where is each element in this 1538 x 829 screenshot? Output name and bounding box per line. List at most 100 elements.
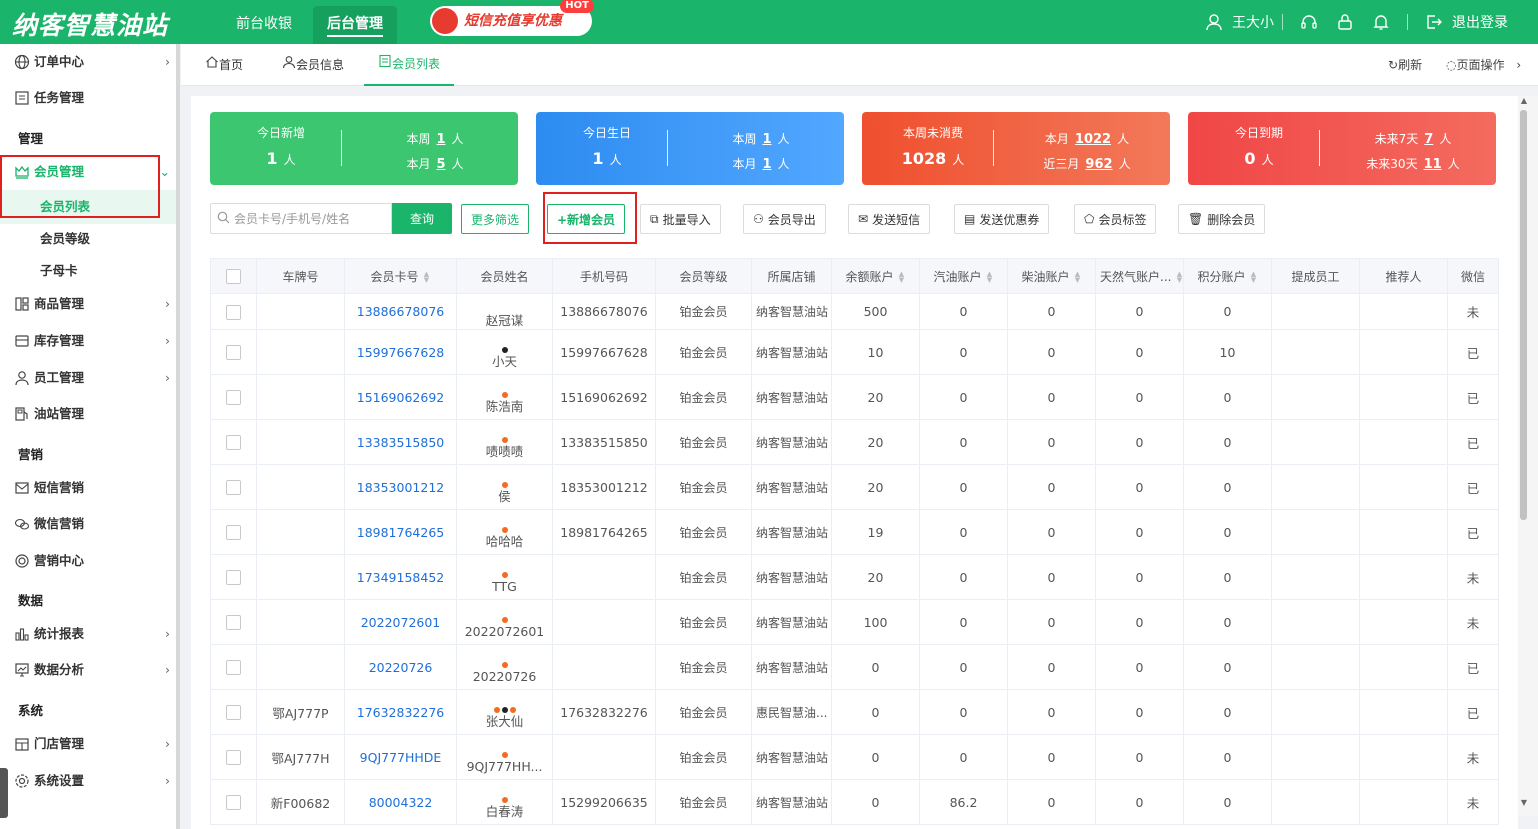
page-ops-button[interactable]: ◌页面操作 › xyxy=(1446,44,1521,86)
cell-card[interactable]: 15169062692 xyxy=(344,374,457,420)
row-select-cell[interactable] xyxy=(210,734,257,780)
stat-r2-value[interactable]: 1 xyxy=(762,157,771,172)
table-row[interactable]: 2022072601 2022072601 铂金会员 纳客智慧油站 100 0 0 0 0 未 xyxy=(210,599,1499,645)
cell-card[interactable]: 15997667628 xyxy=(344,329,457,375)
send-sms-button[interactable]: ✉ 发送短信 xyxy=(848,204,931,234)
sidebar-item-store[interactable]: 门店管理 › xyxy=(0,726,176,762)
table-row[interactable]: 15169062692 陈浩南 15169062692 铂金会员 纳客智慧油站 20 0 0 0… xyxy=(210,374,1499,420)
refresh-button[interactable]: ↻刷新 xyxy=(1388,44,1422,86)
row-checkbox[interactable] xyxy=(226,525,241,540)
col-header-sortable[interactable]: 余额账户 ▲ ▼ xyxy=(831,258,920,294)
search-input[interactable] xyxy=(234,211,384,226)
col-header-sortable[interactable]: 会员卡号 ▲ ▼ xyxy=(344,258,457,294)
sidebar-item-member-level[interactable]: 会员等级 xyxy=(0,222,176,256)
cell-card[interactable]: 18981764265 xyxy=(344,509,457,555)
row-checkbox[interactable] xyxy=(226,615,241,630)
row-select-cell[interactable] xyxy=(210,644,257,690)
table-row[interactable]: 13383515850 啧啧啧 13383515850 铂金会员 纳客智慧油站 20 0 0 0… xyxy=(210,419,1499,465)
row-select-cell[interactable] xyxy=(210,599,257,645)
row-select-cell[interactable] xyxy=(210,329,257,375)
sidebar-item-analysis[interactable]: 数据分析 › xyxy=(0,652,176,688)
cell-card[interactable]: 80004322 xyxy=(344,779,457,825)
scroll-thumb[interactable] xyxy=(1520,110,1527,520)
table-row[interactable]: 15997667628 小天 15997667628 铂金会员 纳客智慧油站 10 0 0 0 1… xyxy=(210,329,1499,375)
row-select-cell[interactable] xyxy=(210,464,257,510)
cell-card[interactable]: 18353001212 xyxy=(344,464,457,510)
member-tag-button[interactable]: ⬠ 会员标签 xyxy=(1074,204,1157,234)
crumb-home[interactable]: 首页 xyxy=(205,44,243,86)
row-select-cell[interactable] xyxy=(210,374,257,420)
sidebar-item-report[interactable]: 统计报表 › xyxy=(0,616,176,652)
send-coupon-button[interactable]: ▤ 发送优惠券 xyxy=(954,204,1050,234)
logout-icon[interactable] xyxy=(1424,12,1444,32)
table-row[interactable]: 新F00682 80004322 白春涛 15299206635 铂金会员 纳客智慧油站 0… xyxy=(210,779,1499,825)
scroll-down-icon[interactable]: ▼ xyxy=(1519,798,1529,807)
sort-icon[interactable]: ▲ ▼ xyxy=(1074,271,1082,284)
scroll-up-icon[interactable]: ▲ xyxy=(1519,96,1529,105)
more-filter-button[interactable]: 更多筛选 xyxy=(461,204,530,234)
row-checkbox[interactable] xyxy=(226,390,241,405)
sidebar-item-settings[interactable]: 系统设置 › xyxy=(0,763,176,799)
stat-r2-value[interactable]: 11 xyxy=(1424,157,1442,172)
table-row[interactable]: 13886678076 赵冠谋 13886678076 铂金会员 纳客智慧油站 500 0 0… xyxy=(210,293,1499,330)
sidebar-item-sub-card[interactable]: 子母卡 xyxy=(0,254,176,288)
sort-icon[interactable]: ▲ ▼ xyxy=(1175,271,1182,284)
col-header-sortable[interactable]: 积分账户 ▲ ▼ xyxy=(1183,258,1272,294)
stat-r1-value[interactable]: 1 xyxy=(436,132,445,147)
table-row[interactable]: 18981764265 哈哈哈 18981764265 铂金会员 纳客智慧油站 19 0 0 0… xyxy=(210,509,1499,555)
sort-icon[interactable]: ▲ ▼ xyxy=(1250,271,1258,284)
sidebar-item-marketing-center[interactable]: 营销中心 xyxy=(0,543,176,579)
row-select-cell[interactable] xyxy=(210,779,257,825)
crumb-member-info[interactable]: 会员信息 xyxy=(282,44,344,86)
cell-card[interactable]: 9QJ777HHDE xyxy=(344,734,457,780)
cell-card[interactable]: 17632832276 xyxy=(344,689,457,735)
side-handle[interactable] xyxy=(0,768,8,818)
row-select-cell[interactable] xyxy=(210,293,257,330)
table-row[interactable]: 鄂AJ777H 9QJ777HHDE 9QJ777HH... 铂金会员 纳客智慧油站 0 0… xyxy=(210,734,1499,780)
bell-icon[interactable] xyxy=(1371,12,1391,32)
sidebar-item-sms[interactable]: 短信营销 xyxy=(0,470,176,506)
table-row[interactable]: 20220726 20220726 铂金会员 纳客智慧油站 0 0 0 0 0 已 xyxy=(210,644,1499,690)
stat-card-birthday-today[interactable]: 今日生日 1人 本周 1 人 本月 1 人 xyxy=(536,112,844,185)
headset-icon[interactable] xyxy=(1299,12,1319,32)
col-header-sortable[interactable]: 汽油账户 ▲ ▼ xyxy=(919,258,1008,294)
main-scrollbar[interactable]: ▲ ▼ xyxy=(1518,96,1538,816)
sidebar-item-station[interactable]: 油站管理 xyxy=(0,396,176,432)
tab-front-cashier[interactable]: 前台收银 xyxy=(222,6,306,44)
sidebar-item-staff[interactable]: 员工管理 › xyxy=(0,360,176,396)
delete-member-button[interactable]: 🗑 删除会员 xyxy=(1178,204,1266,234)
logout-link[interactable]: 退出登录 xyxy=(1452,12,1508,32)
row-select-cell[interactable] xyxy=(210,509,257,555)
batch-import-button[interactable]: ⧉ 批量导入 xyxy=(640,204,721,234)
row-checkbox[interactable] xyxy=(226,304,241,320)
crumb-member-list[interactable]: 会员列表 xyxy=(364,44,455,86)
sort-icon[interactable]: ▲ ▼ xyxy=(898,271,906,284)
user-name[interactable]: 王大小 xyxy=(1232,12,1274,32)
sidebar-item-order[interactable]: 订单中心 › xyxy=(0,44,176,80)
cell-card[interactable]: 17349158452 xyxy=(344,554,457,600)
row-checkbox[interactable] xyxy=(226,480,241,495)
stat-card-expire-today[interactable]: 今日到期 0人 未来7天 7 人 未来30天 11 人 xyxy=(1188,112,1496,185)
sidebar-scrollbar[interactable] xyxy=(176,44,180,829)
table-row[interactable]: 18353001212 侯 18353001212 铂金会员 纳客智慧油站 20 0 0 0 0 已 xyxy=(210,464,1499,510)
row-checkbox[interactable] xyxy=(226,660,241,675)
col-header-sortable[interactable]: 天然气账户... ▲ ▼ xyxy=(1095,258,1184,294)
stat-r1-value[interactable]: 1 xyxy=(762,132,771,147)
stat-r1-value[interactable]: 7 xyxy=(1424,132,1433,147)
sidebar-item-task[interactable]: 任务管理 xyxy=(0,80,176,116)
row-select-cell[interactable] xyxy=(210,689,257,735)
stat-r1-value[interactable]: 1022 xyxy=(1075,132,1111,147)
row-checkbox[interactable] xyxy=(226,705,241,720)
row-checkbox[interactable] xyxy=(226,570,241,585)
select-all-checkbox[interactable] xyxy=(226,268,241,284)
export-button[interactable]: ⚇ 会员导出 xyxy=(743,204,826,234)
col-header-sortable[interactable]: 柴油账户 ▲ ▼ xyxy=(1007,258,1096,294)
row-checkbox[interactable] xyxy=(226,750,241,765)
table-row[interactable]: 17349158452 TTG 铂金会员 纳客智慧油站 20 0 0 0 0 未 xyxy=(210,554,1499,600)
stat-r2-value[interactable]: 5 xyxy=(436,157,445,172)
row-checkbox[interactable] xyxy=(226,795,241,810)
sort-icon[interactable]: ▲ ▼ xyxy=(986,271,994,284)
query-button[interactable]: 查询 xyxy=(392,203,452,234)
lock-icon[interactable] xyxy=(1335,12,1355,32)
row-select-cell[interactable] xyxy=(210,554,257,600)
